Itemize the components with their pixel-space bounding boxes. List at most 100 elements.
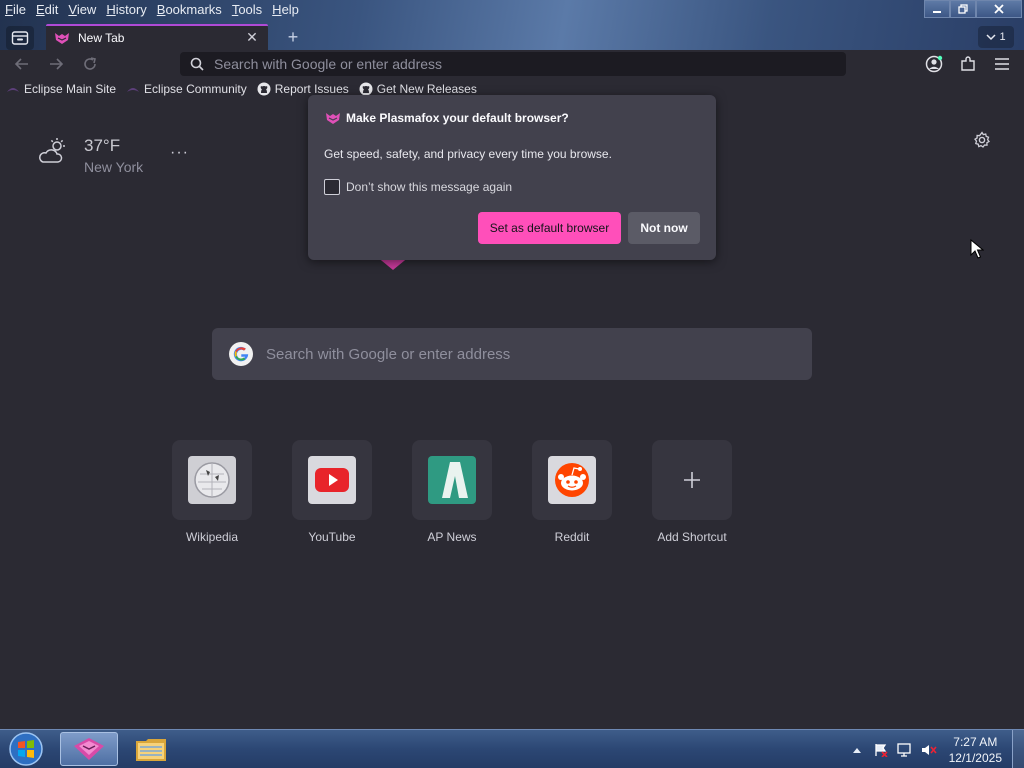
minimize-icon xyxy=(933,11,941,13)
clock-date: 12/1/2025 xyxy=(948,750,1002,765)
shortcut-ap-news[interactable]: AP News xyxy=(412,440,492,544)
dialog-message: Get speed, safety, and privacy every tim… xyxy=(324,147,612,161)
plasmafox-icon xyxy=(55,32,69,44)
shortcut-label: AP News xyxy=(427,530,477,544)
tab-close-icon[interactable]: ✕ xyxy=(244,29,260,46)
weather-temperature: 37°F xyxy=(84,136,121,155)
weather-city: New York xyxy=(84,159,144,175)
tab-bar: New Tab ✕ + 1 xyxy=(0,24,1024,51)
bookmark-report-issues[interactable]: Report Issues xyxy=(257,82,349,96)
chevron-up-icon xyxy=(852,747,861,753)
bookmark-get-new-releases[interactable]: Get New Releases xyxy=(359,82,477,96)
tab-new-tab[interactable]: New Tab ✕ xyxy=(46,24,268,51)
forward-button[interactable] xyxy=(46,55,66,73)
account-icon xyxy=(925,55,943,73)
shortcut-add[interactable]: Add Shortcut xyxy=(652,440,732,544)
back-button[interactable] xyxy=(12,55,32,73)
clock-time: 7:27 AM xyxy=(953,734,998,749)
eclipse-icon xyxy=(6,83,20,95)
close-window-button[interactable] xyxy=(976,0,1022,18)
address-bar-placeholder: Search with Google or enter address xyxy=(214,56,443,72)
plasmafox-icon xyxy=(324,111,342,125)
volume-muted-icon[interactable] xyxy=(919,740,939,760)
eclipse-icon xyxy=(126,83,140,95)
shortcut-label: YouTube xyxy=(308,530,356,544)
window-controls xyxy=(924,0,1022,18)
bookmark-label: Eclipse Community xyxy=(144,82,247,96)
taskbar-clock[interactable]: 7:27 AM 12/1/2025 xyxy=(949,734,1002,766)
menu-history[interactable]: History xyxy=(101,0,151,20)
dont-show-again-option[interactable]: Don’t show this message again xyxy=(324,179,512,195)
weather-widget[interactable]: 37°F New York xyxy=(38,136,143,175)
menu-tools[interactable]: Tools xyxy=(227,0,267,20)
plasmafox-icon xyxy=(74,738,104,760)
show-hidden-icons-button[interactable] xyxy=(847,740,867,760)
puzzle-icon xyxy=(961,56,975,71)
shortcut-wikipedia[interactable]: Wikipedia xyxy=(172,440,252,544)
not-now-button[interactable]: Not now xyxy=(628,212,700,244)
hamburger-menu-icon xyxy=(995,58,1009,70)
shortcut-reddit[interactable]: Reddit xyxy=(532,440,612,544)
menu-view[interactable]: View xyxy=(63,0,101,20)
shortcut-tile xyxy=(172,440,252,520)
app-menu-button[interactable] xyxy=(991,54,1013,74)
folder-icon xyxy=(136,739,166,761)
menu-file[interactable]: File xyxy=(0,0,31,20)
network-icon[interactable] xyxy=(895,740,915,760)
reddit-icon xyxy=(548,456,596,504)
shortcut-tile xyxy=(532,440,612,520)
window-titlebar: File Edit View History Bookmarks Tools H… xyxy=(0,0,1024,51)
google-icon xyxy=(229,342,253,366)
tab-overflow-button[interactable]: 1 xyxy=(978,26,1014,48)
shortcut-label: Add Shortcut xyxy=(657,530,727,544)
bookmark-label: Eclipse Main Site xyxy=(24,82,117,96)
new-tab-button[interactable]: + xyxy=(283,26,303,48)
menu-bookmarks[interactable]: Bookmarks xyxy=(152,0,227,20)
weather-options-button[interactable]: ··· xyxy=(170,144,189,162)
dialog-title: Make Plasmafox your default browser? xyxy=(346,111,569,125)
tab-count: 1 xyxy=(999,31,1006,43)
account-button[interactable] xyxy=(923,54,945,74)
personalize-settings-button[interactable] xyxy=(973,131,991,152)
minimize-button[interactable] xyxy=(924,0,950,18)
action-center-icon[interactable] xyxy=(871,740,891,760)
set-default-browser-button[interactable]: Set as default browser xyxy=(478,212,621,244)
tab-list-button[interactable] xyxy=(6,26,34,50)
dont-show-again-checkbox[interactable] xyxy=(324,179,340,195)
address-bar[interactable]: Search with Google or enter address xyxy=(180,52,846,76)
menu-help[interactable]: Help xyxy=(267,0,304,20)
menu-bar: File Edit View History Bookmarks Tools H… xyxy=(0,0,304,20)
taskbar-plasmafox[interactable] xyxy=(60,732,118,766)
github-icon xyxy=(359,82,373,96)
system-tray: 7:27 AM 12/1/2025 xyxy=(845,730,1024,768)
show-desktop-button[interactable] xyxy=(1012,730,1024,768)
partly-cloudy-icon xyxy=(39,138,65,163)
forward-arrow-icon xyxy=(50,58,64,70)
tab-title: New Tab xyxy=(78,30,125,45)
bookmark-label: Report Issues xyxy=(274,82,349,96)
menu-edit[interactable]: Edit xyxy=(31,0,63,20)
new-tab-search-box[interactable]: Search with Google or enter address xyxy=(212,328,812,380)
bookmark-eclipse-community[interactable]: Eclipse Community xyxy=(126,82,247,96)
youtube-icon xyxy=(308,456,356,504)
shortcut-label: Wikipedia xyxy=(185,530,239,544)
wikipedia-icon xyxy=(188,456,236,504)
start-button[interactable] xyxy=(6,731,46,767)
search-icon xyxy=(190,57,204,71)
windows-start-icon xyxy=(9,732,43,766)
reload-button[interactable] xyxy=(80,55,100,73)
bookmark-eclipse-main-site[interactable]: Eclipse Main Site xyxy=(6,82,116,96)
bookmark-label: Get New Releases xyxy=(376,82,477,96)
checkbox-label: Don’t show this message again xyxy=(346,180,513,194)
reload-icon xyxy=(84,57,96,70)
default-browser-dialog: Make Plasmafox your default browser? Get… xyxy=(308,95,716,260)
extensions-button[interactable] xyxy=(957,54,979,74)
restore-icon xyxy=(958,4,968,14)
back-arrow-icon xyxy=(14,58,28,70)
shortcut-youtube[interactable]: YouTube xyxy=(292,440,372,544)
taskbar-file-explorer[interactable] xyxy=(122,732,180,766)
restore-button[interactable] xyxy=(950,0,976,18)
navigation-toolbar: Search with Google or enter address xyxy=(0,50,1024,78)
search-placeholder: Search with Google or enter address xyxy=(266,345,511,363)
chevron-down-icon xyxy=(986,34,996,41)
